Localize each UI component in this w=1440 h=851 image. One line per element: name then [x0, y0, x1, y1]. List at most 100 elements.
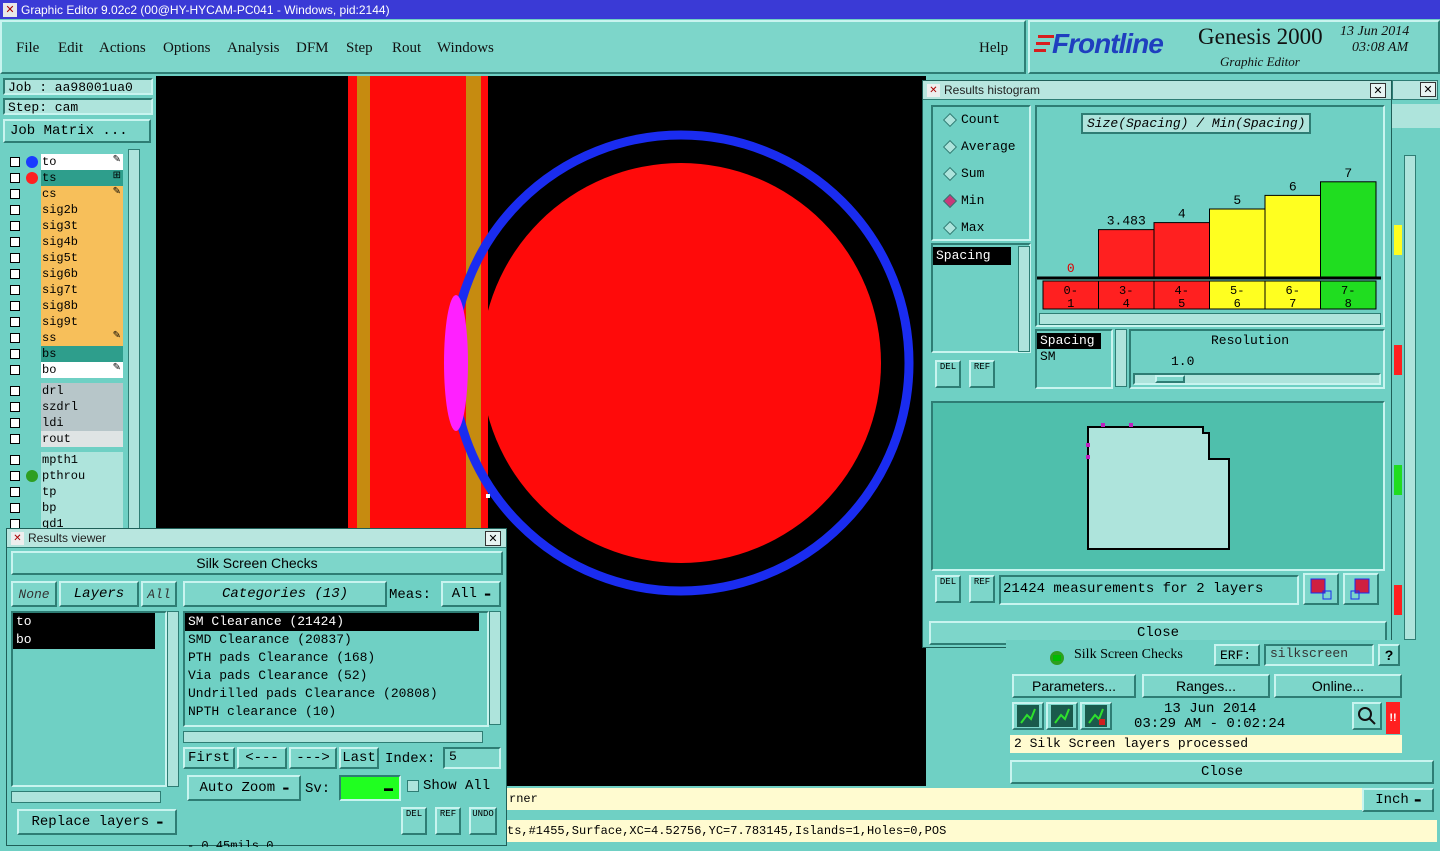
layer-display-checkbox[interactable] — [10, 386, 20, 396]
units-selector[interactable]: Inch ▬ — [1362, 788, 1434, 812]
side-scrollbar[interactable] — [1404, 155, 1416, 640]
layer-name[interactable]: bs — [41, 346, 123, 362]
layer-name[interactable]: sig5t — [41, 250, 123, 266]
layer-name[interactable]: ldi — [41, 415, 123, 431]
measure-list-scrollbar[interactable] — [1018, 246, 1030, 352]
del-button[interactable]: DEL — [935, 360, 961, 388]
radio-average[interactable]: Average — [942, 139, 1016, 154]
layer-display-checkbox[interactable] — [10, 189, 20, 199]
layer-display-checkbox[interactable] — [10, 285, 20, 295]
layer-row-sig3t[interactable]: sig3t — [7, 218, 124, 234]
job-matrix-button[interactable]: Job Matrix ... — [3, 119, 151, 143]
zoom-icon[interactable] — [1352, 702, 1382, 730]
menu-help[interactable]: Help — [979, 40, 1008, 57]
layer-row-sig9t[interactable]: sig9t — [7, 314, 124, 330]
layer-name[interactable]: ss — [41, 330, 123, 346]
run-icon[interactable] — [1012, 702, 1044, 730]
chart-hscroll[interactable] — [1039, 313, 1381, 325]
select-all-button[interactable]: All — [141, 581, 177, 607]
menu-step[interactable]: Step — [346, 40, 373, 57]
layer-display-checkbox[interactable] — [10, 205, 20, 215]
last-button[interactable]: Last — [339, 747, 379, 769]
layers-list-scrollbar[interactable] — [167, 611, 179, 787]
layer-name[interactable]: pthrou — [41, 468, 123, 484]
menu-file[interactable]: File — [16, 40, 39, 57]
layer-display-checkbox[interactable] — [10, 269, 20, 279]
layer-row-bo[interactable]: bo ✎ — [7, 362, 124, 378]
layer-row-ts[interactable]: ts ⊞ — [7, 170, 124, 186]
layer-row-sig8b[interactable]: sig8b — [7, 298, 124, 314]
layer-row-sig2b[interactable]: sig2b — [7, 202, 124, 218]
close-icon[interactable]: ✕ — [485, 531, 501, 546]
layer-list-item-bo[interactable]: bo — [13, 631, 155, 649]
radio-min[interactable]: Min — [942, 193, 984, 208]
layer-display-checkbox[interactable] — [10, 418, 20, 428]
layer-display-checkbox[interactable] — [10, 317, 20, 327]
measure-item-spacing[interactable]: Spacing — [933, 247, 1011, 265]
category-item-smd-clearance[interactable]: SMD Clearance (20837) — [185, 631, 487, 649]
run-stop-icon[interactable] — [1080, 702, 1112, 730]
layer-name[interactable]: sig2b — [41, 202, 123, 218]
layer-display-checkbox[interactable] — [10, 402, 20, 412]
category-item-undrilled-pads-clearance[interactable]: Undrilled pads Clearance (20808) — [185, 685, 487, 703]
layer-row-bp[interactable]: bp — [7, 500, 124, 516]
viewer-undo-button[interactable]: UNDO — [469, 807, 497, 835]
index-input[interactable]: 5 — [443, 747, 501, 769]
categories-list[interactable]: SM Clearance (21424) SMD Clearance (2083… — [183, 611, 489, 727]
layer-display-checkbox[interactable] — [10, 157, 20, 167]
layer-row-cs[interactable]: cs ✎ — [7, 186, 124, 202]
layer-name[interactable]: sig6b — [41, 266, 123, 282]
parameters-button[interactable]: Parameters... — [1012, 674, 1136, 698]
layer-display-checkbox[interactable] — [10, 471, 20, 481]
show-all-checkbox[interactable] — [407, 780, 419, 792]
spacing-scrollbar[interactable] — [1115, 329, 1127, 387]
radio-sum[interactable]: Sum — [942, 166, 984, 181]
layer-name[interactable]: sig8b — [41, 298, 123, 314]
run-all-icon[interactable] — [1046, 702, 1078, 730]
viewer-ref-button[interactable]: REF — [435, 807, 461, 835]
replace-layers-select[interactable]: Replace layers ▬ — [17, 809, 177, 835]
category-item-npth-clearance[interactable]: NPTH clearance (10) — [185, 703, 487, 721]
layer-display-checkbox[interactable] — [10, 333, 20, 343]
menu-dfm[interactable]: DFM — [296, 40, 329, 57]
board-preview[interactable] — [931, 401, 1385, 571]
layer-name[interactable]: sig3t — [41, 218, 123, 234]
categories-list-scrollbar[interactable] — [489, 611, 501, 725]
layer-display-checkbox[interactable] — [10, 253, 20, 263]
layer-display-checkbox[interactable] — [10, 349, 20, 359]
layer-name[interactable]: sig7t — [41, 282, 123, 298]
layer-row-pthrou[interactable]: pthrou — [7, 468, 124, 484]
layer-name[interactable]: cs — [41, 186, 123, 202]
layer-row-mpth1[interactable]: mpth1 — [7, 452, 124, 468]
layer-row-ldi[interactable]: ldi — [7, 415, 124, 431]
layer-name[interactable]: rout — [41, 431, 123, 447]
category-item-sm-clearance[interactable]: SM Clearance (21424) — [185, 613, 479, 631]
layer-display-checkbox[interactable] — [10, 365, 20, 375]
layer-row-sig5t[interactable]: sig5t — [7, 250, 124, 266]
prev-button[interactable]: <--- — [237, 747, 287, 769]
radio-count[interactable]: Count — [942, 112, 1000, 127]
layer-name[interactable]: mpth1 — [41, 452, 123, 468]
layer-list-item-to[interactable]: to — [13, 613, 155, 631]
viewer-del-button[interactable]: DEL — [401, 807, 427, 835]
layer-display-checkbox[interactable] — [10, 487, 20, 497]
layer-name[interactable]: sig9t — [41, 314, 123, 330]
layer-list-scrollbar[interactable] — [128, 149, 140, 529]
erf-value[interactable]: silkscreen — [1264, 644, 1374, 666]
layer-name[interactable]: ts — [41, 170, 123, 186]
radio-max[interactable]: Max — [942, 220, 984, 235]
layer-name[interactable]: szdrl — [41, 399, 123, 415]
categories-list-hscroll[interactable] — [183, 731, 483, 743]
next-button[interactable]: ---> — [289, 747, 337, 769]
layer-name[interactable]: drl — [41, 383, 123, 399]
layer-row-bs[interactable]: bs — [7, 346, 124, 362]
layer-name[interactable]: sig4b — [41, 234, 123, 250]
spacing-list[interactable]: Spacing SM — [1035, 329, 1113, 389]
severity-select[interactable]: ▬ — [339, 775, 401, 801]
menu-actions[interactable]: Actions — [99, 40, 146, 57]
preview-ref-button[interactable]: REF — [969, 575, 995, 603]
online-button[interactable]: Online... — [1274, 674, 1402, 698]
layer-row-to[interactable]: to ✎ — [7, 154, 124, 170]
layer-row-drl[interactable]: drl — [7, 383, 124, 399]
spacing-item[interactable]: Spacing — [1037, 333, 1101, 349]
